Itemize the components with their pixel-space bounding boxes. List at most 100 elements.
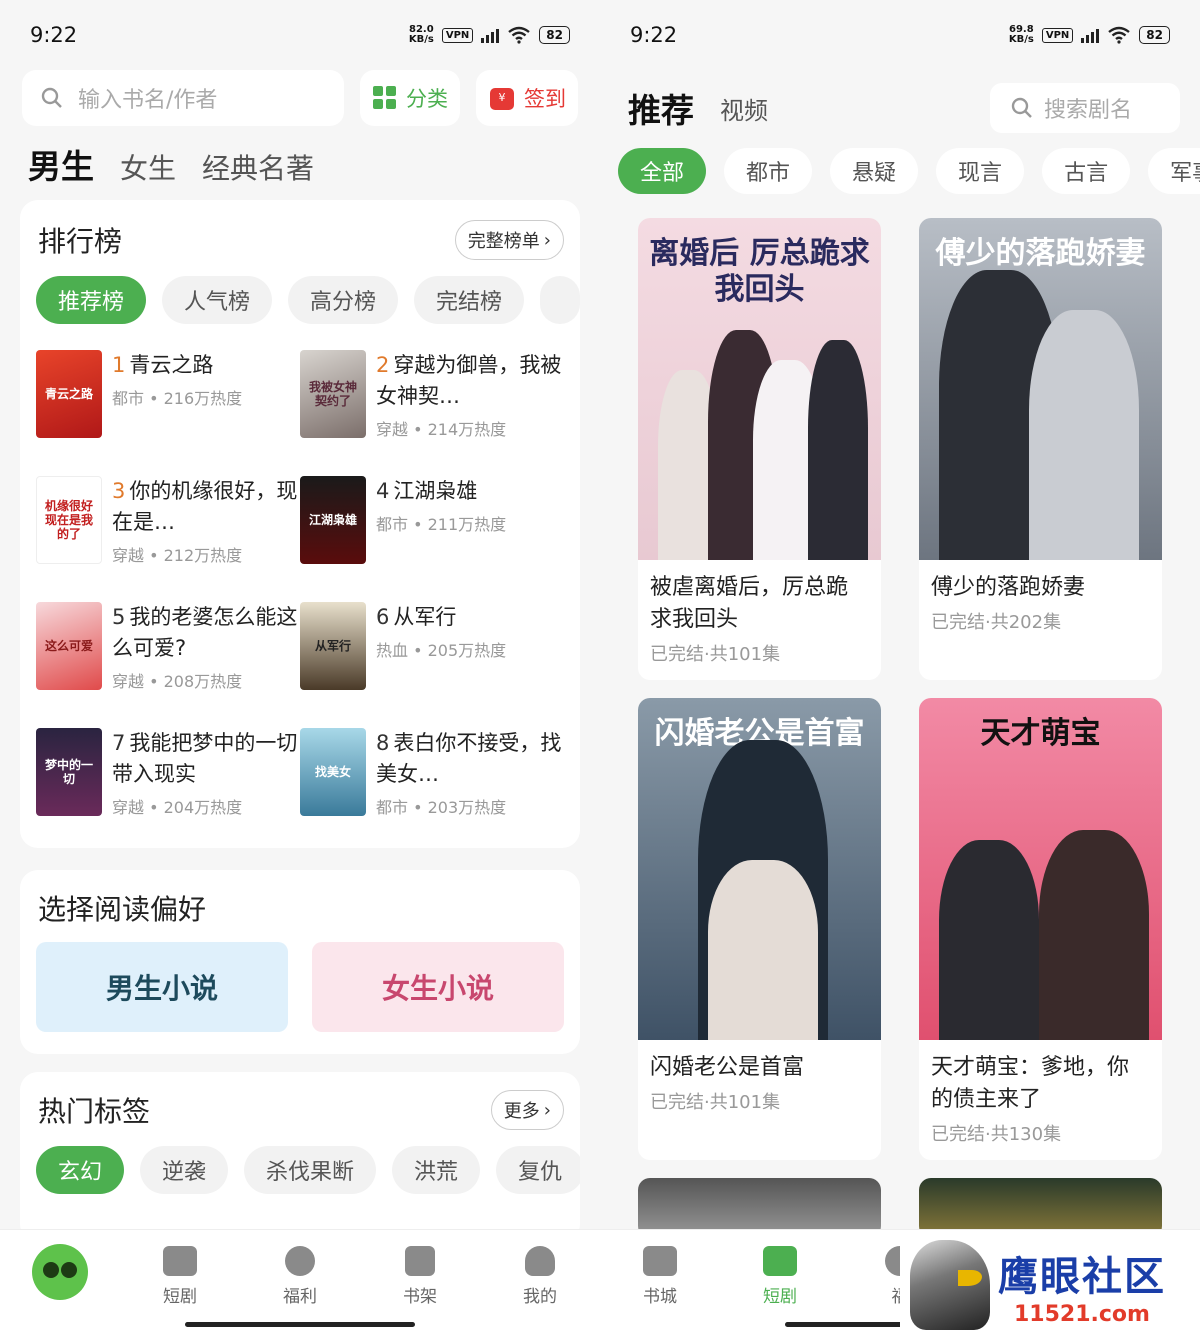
rank-text: 2 穿越为御兽，我被女神契… 穿越 • 214万热度: [376, 350, 564, 444]
tab-video[interactable]: 视频: [720, 91, 768, 126]
rank-meta: 穿越 • 208万热度: [112, 672, 243, 691]
tab-classics[interactable]: 经典名著: [202, 147, 314, 187]
checkin-button[interactable]: ¥ 签到: [476, 70, 578, 126]
rank-item[interactable]: 从军行 6 从军行 热血 • 205万热度: [300, 602, 564, 696]
rank-meta: 热血 • 205万热度: [376, 641, 507, 660]
drama-meta: 已完结·共101集: [650, 1092, 781, 1113]
full-list-label: 完整榜单: [467, 231, 540, 252]
battery-icon: 82: [1139, 26, 1170, 44]
rank-item[interactable]: 青云之路 1 青云之路 都市 • 216万热度: [36, 350, 300, 444]
tab-recommend[interactable]: 推荐: [628, 84, 694, 132]
tab-bookstore[interactable]: [0, 1230, 120, 1335]
rank-item[interactable]: 江湖枭雄 4 江湖枭雄 都市 • 211万热度: [300, 476, 564, 570]
tab-male[interactable]: 男生: [28, 140, 94, 188]
hot-tags-card: 热门标签 更多 › 玄幻 逆袭 杀伐果断 洪荒 复仇: [20, 1072, 580, 1242]
poster-figure: [708, 860, 818, 1040]
chevron-right-icon: ›: [543, 1099, 551, 1121]
drama-search-input[interactable]: 搜索剧名: [990, 83, 1180, 133]
rank-item[interactable]: 梦中的一切 7 我能把梦中的一切带入现实 穿越 • 204万热度: [36, 728, 300, 822]
rank-title: 3 你的机缘很好，现在是…: [112, 479, 298, 534]
book-cover: 江湖枭雄: [300, 476, 366, 564]
book-cover: 这么可爱: [36, 602, 102, 690]
search-row: 输入书名/作者 分类 ¥ 签到: [22, 70, 578, 126]
home-indicator: [185, 1322, 415, 1327]
tag-shafa[interactable]: 杀伐果断: [244, 1146, 377, 1194]
more-label: 更多: [503, 1101, 540, 1122]
book-cover: 青云之路: [36, 350, 102, 438]
tab-completed[interactable]: 完结榜: [414, 276, 525, 324]
rank-text: 4 江湖枭雄 都市 • 211万热度: [376, 476, 506, 570]
category-button[interactable]: 分类: [360, 70, 460, 126]
rank-title: 8 表白你不接受，找美女…: [376, 731, 562, 786]
rank-title: 7 我能把梦中的一切带入现实: [112, 731, 298, 786]
short-drama-screen: 9:22 69.8 KB/s VPN 82 推荐 视频 搜索剧名 全部 都市 悬疑…: [600, 0, 1200, 1335]
drama-meta: 已完结·共130集: [931, 1124, 1062, 1145]
rank-meta: 都市 • 216万热度: [112, 389, 243, 408]
rank-text: 7 我能把梦中的一切带入现实 穿越 • 204万热度: [112, 728, 300, 822]
male-novel-button[interactable]: 男生小说: [36, 942, 288, 1032]
drama-poster: 闪婚老公是首富: [638, 698, 881, 1040]
app-logo-icon: [32, 1244, 88, 1300]
tab-label: 书架: [403, 1287, 437, 1307]
search-book-icon: [643, 1246, 677, 1276]
search-input[interactable]: 输入书名/作者: [22, 70, 344, 126]
tab-bookshelf[interactable]: 书架: [360, 1230, 480, 1335]
tab-label: 短剧: [763, 1287, 797, 1307]
rank-item[interactable]: 找美女 8 表白你不接受，找美女… 都市 • 203万热度: [300, 728, 564, 822]
rank-text: 1 青云之路 都市 • 216万热度: [112, 350, 242, 444]
coin-icon: [285, 1246, 315, 1276]
rank-title: 1 青云之路: [112, 353, 214, 377]
tab-short-drama[interactable]: 短剧: [120, 1230, 240, 1335]
hot-tags-title: 热门标签: [38, 1095, 151, 1128]
network-speed: 82.0 KB/s: [408, 24, 434, 45]
tag-nixi[interactable]: 逆袭: [140, 1146, 229, 1194]
drama-card[interactable]: 傅少的落跑娇妻 傅少的落跑娇妻 已完结·共202集: [919, 218, 1162, 680]
rank-item[interactable]: 机缘很好 现在是我的了 3 你的机缘很好，现在是… 穿越 • 212万热度: [36, 476, 300, 570]
eagle-logo-icon: [910, 1240, 990, 1330]
rank-meta: 穿越 • 212万热度: [112, 546, 243, 565]
tab-label: 短剧: [163, 1287, 197, 1307]
grid-icon: [373, 86, 396, 109]
tab-top-rated[interactable]: 高分榜: [288, 276, 399, 324]
rank-item[interactable]: 我被女神契约了 2 穿越为御兽，我被女神契… 穿越 • 214万热度: [300, 350, 564, 444]
more-tags-button[interactable]: 更多 ›: [490, 1090, 564, 1130]
drama-card[interactable]: 闪婚老公是首富 闪婚老公是首富 已完结·共101集: [638, 698, 881, 1160]
rank-title: 2 穿越为御兽，我被女神契…: [376, 353, 562, 408]
drama-poster: 天才萌宝: [919, 698, 1162, 1040]
tab-short-drama[interactable]: 短剧: [720, 1230, 840, 1335]
category-all[interactable]: 全部: [618, 148, 707, 194]
rank-title: 5 我的老婆怎么能这么可爱?: [112, 605, 298, 660]
tag-fuchou[interactable]: 复仇: [496, 1146, 580, 1194]
tab-bookstore[interactable]: 书城: [600, 1230, 720, 1335]
drama-card[interactable]: 天才萌宝 天才萌宝：爹地，你的债主来了 已完结·共130集: [919, 698, 1162, 1160]
watermark: 鹰眼社区 11521.com: [900, 1235, 1200, 1335]
tab-female[interactable]: 女生: [120, 147, 176, 187]
rank-item[interactable]: 这么可爱 5 我的老婆怎么能这么可爱? 穿越 • 208万热度: [36, 602, 300, 696]
tab-popular[interactable]: 人气榜: [162, 276, 273, 324]
tag-honghuang[interactable]: 洪荒: [392, 1146, 481, 1194]
category-modern-romance[interactable]: 现言: [936, 148, 1025, 194]
tab-recommend[interactable]: 推荐榜: [36, 276, 147, 324]
drama-meta: 已完结·共202集: [931, 612, 1062, 633]
tab-more-partial[interactable]: [540, 276, 580, 324]
book-cover: 找美女: [300, 728, 366, 816]
category-military[interactable]: 军事: [1148, 148, 1200, 194]
drama-title: 被虐离婚后，厉总跪求我回头: [650, 575, 849, 632]
rank-text: 5 我的老婆怎么能这么可爱? 穿越 • 208万热度: [112, 602, 300, 696]
category-suspense[interactable]: 悬疑: [830, 148, 919, 194]
full-list-button[interactable]: 完整榜单 ›: [454, 220, 564, 260]
ranking-card: 排行榜 完整榜单 › 推荐榜 人气榜 高分榜 完结榜 青云之路 1 青云之路 都市…: [20, 200, 580, 848]
poster-figure: [808, 340, 868, 560]
tab-profile[interactable]: 我的: [480, 1230, 600, 1335]
category-ancient-romance[interactable]: 古言: [1042, 148, 1131, 194]
drama-card[interactable]: 离婚后 厉总跪求我回头 被虐离婚后，厉总跪求我回头 已完结·共101集: [638, 218, 881, 680]
ranking-title: 排行榜: [38, 225, 123, 258]
book-cover: 梦中的一切: [36, 728, 102, 816]
tab-welfare[interactable]: 福利: [240, 1230, 360, 1335]
search-placeholder: 输入书名/作者: [78, 88, 218, 113]
female-novel-button[interactable]: 女生小说: [312, 942, 564, 1032]
tv-icon: [763, 1246, 797, 1276]
tag-xuanhuan[interactable]: 玄幻: [36, 1146, 125, 1194]
category-urban[interactable]: 都市: [724, 148, 813, 194]
tab-label: 福利: [283, 1287, 317, 1307]
